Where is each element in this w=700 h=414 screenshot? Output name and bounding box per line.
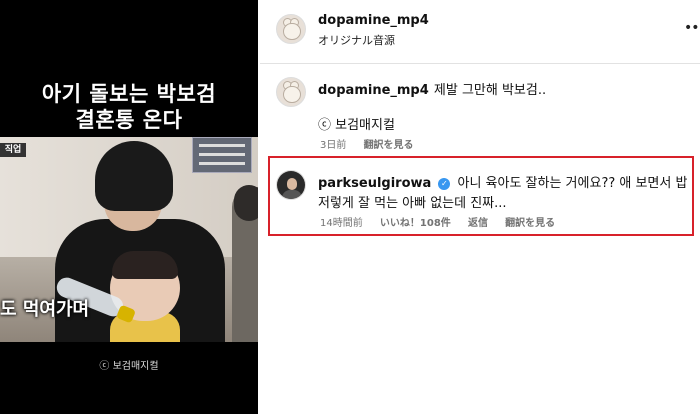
more-options-icon[interactable]: ••• <box>684 20 700 36</box>
post-author-username[interactable]: dopamine_mp4 <box>318 13 429 28</box>
corner-badge: 직업 <box>0 143 26 157</box>
post-author-avatar[interactable] <box>276 14 306 44</box>
translate-button[interactable]: 翻訳を見る <box>505 218 555 229</box>
comment-avatar[interactable] <box>276 77 306 107</box>
comment-body: dopamine_mp4 제발 그만해 박보검.. <box>318 79 546 98</box>
man-hair <box>95 141 173 211</box>
avatar-body <box>282 190 302 199</box>
comment-time[interactable]: 14時間前 <box>320 218 363 229</box>
comment-credit: ⓒ 보검매지컬 <box>318 118 395 133</box>
comment-text: 제발 그만해 박보검.. <box>433 83 547 98</box>
verified-badge-icon: ✓ <box>438 178 451 190</box>
audio-label[interactable]: オリジナル音源 <box>318 32 395 48</box>
bear-face-icon <box>283 23 301 40</box>
avatar-face <box>287 178 297 190</box>
comment-body: parkseulgirowa ✓ 아니 육아도 잘하는 거에요?? 애 보면서 … <box>318 172 687 191</box>
comment-username[interactable]: parkseulgirowa <box>318 176 431 191</box>
video-player[interactable]: 아기 돌보는 박보검 결혼통 온다 직업 도 먹여가며 ⓒ 보검매지컬 <box>0 0 258 414</box>
likes-count[interactable]: いいね！108件 <box>380 218 451 229</box>
video-watermark: ⓒ 보검매지컬 <box>99 361 159 372</box>
bear-face-icon <box>283 86 301 103</box>
side-person-hair <box>234 185 258 221</box>
comment-avatar[interactable] <box>276 170 306 200</box>
baby-hair <box>112 251 178 279</box>
comment-meta: 14時間前 いいね！108件 返信 翻訳を見る <box>320 214 555 229</box>
video-caption-line2: 결혼통 온다 <box>75 108 183 132</box>
reply-button[interactable]: 返信 <box>468 218 488 229</box>
video-subtitle: 도 먹여가며 <box>0 299 90 320</box>
comment-text-line1: 아니 육아도 잘하는 거에요?? 애 보면서 밥 <box>457 176 688 191</box>
translate-button[interactable]: 翻訳を見る <box>364 140 414 151</box>
comment-text-line2: 저렇게 잘 먹는 아빠 없는데 진짜... <box>318 196 507 211</box>
tv-screen <box>192 137 252 173</box>
video-caption-line1: 아기 돌보는 박보검 <box>41 82 217 106</box>
header-divider <box>260 63 700 64</box>
comment-time[interactable]: 3日前 <box>320 140 346 151</box>
comment-username[interactable]: dopamine_mp4 <box>318 83 429 98</box>
comment-meta: 3日前 翻訳を見る <box>320 136 414 151</box>
